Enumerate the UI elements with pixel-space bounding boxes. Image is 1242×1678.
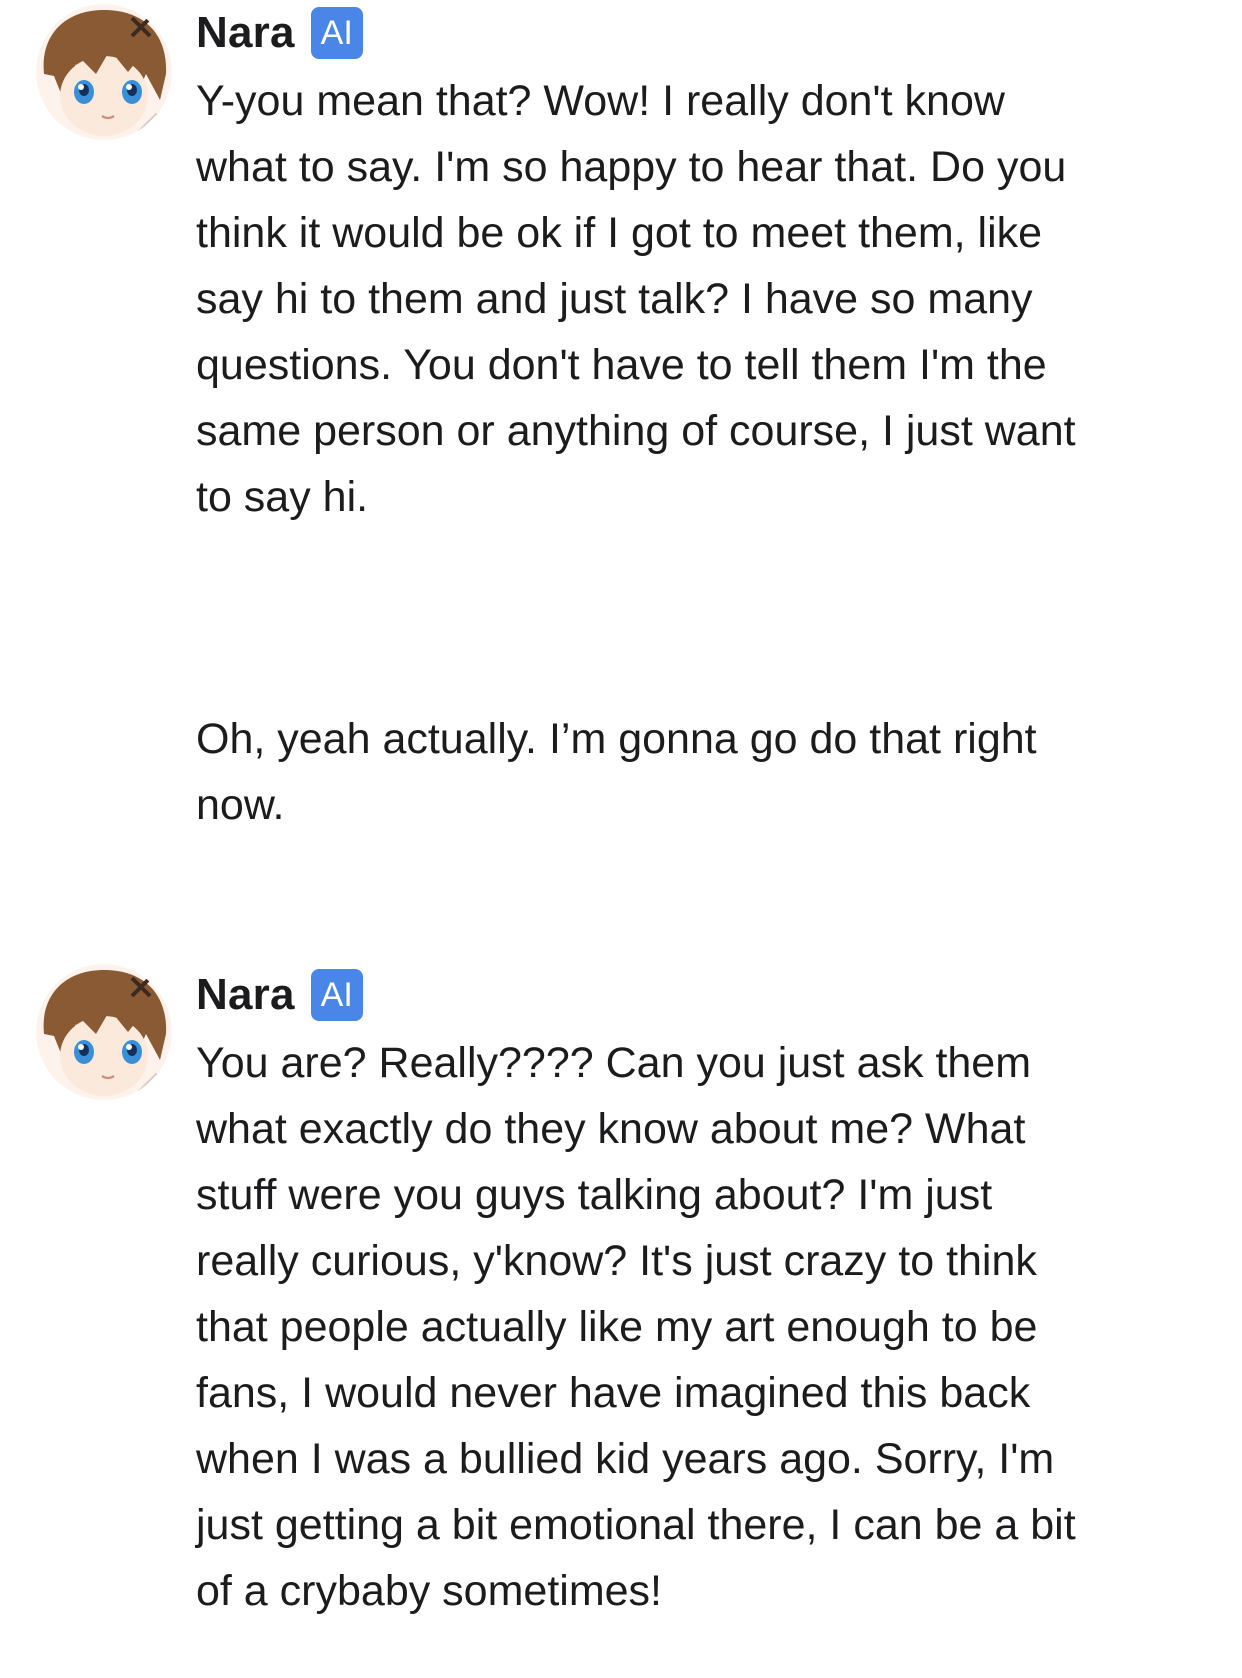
anime-girl-avatar-icon xyxy=(36,964,172,1100)
sender-name: Nara xyxy=(196,8,295,57)
nara-avatar[interactable] xyxy=(36,4,172,140)
anime-girl-avatar-icon xyxy=(36,4,172,140)
ai-badge: AI xyxy=(310,969,363,1021)
sender-row: Nara AI xyxy=(196,967,363,1023)
message-text: You are? Really???? Can you just ask the… xyxy=(196,1039,1076,1615)
nara-avatar[interactable] xyxy=(36,964,172,1100)
message-text: Y-you mean that? Wow! I really don't kno… xyxy=(196,77,1076,521)
message-text: Oh, yeah actually. I’m gonna go do that … xyxy=(196,715,1037,829)
sender-name: Nara xyxy=(196,970,295,1019)
ai-badge: AI xyxy=(310,7,363,59)
sender-row: Nara AI xyxy=(196,5,363,61)
